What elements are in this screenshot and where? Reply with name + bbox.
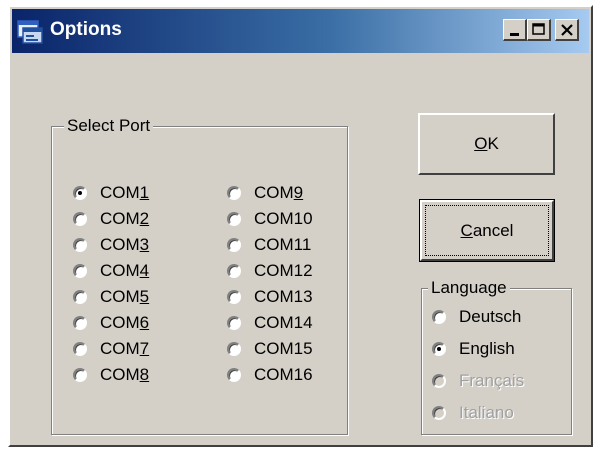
language-radio-label: English: [459, 339, 515, 358]
radio-button-icon: [227, 342, 241, 356]
radio-button-icon: [73, 186, 87, 200]
port-radio-label: COM8: [100, 365, 150, 384]
port-radio[interactable]: COM13: [227, 286, 313, 308]
language-radio: Français: [432, 370, 524, 392]
ok-button[interactable]: OK: [418, 113, 555, 175]
port-radio[interactable]: COM15: [227, 338, 313, 360]
maximize-icon: [532, 23, 545, 35]
cancel-button[interactable]: Cancel: [419, 199, 555, 262]
radio-button-icon: [73, 368, 87, 382]
radio-button-icon: [227, 290, 241, 304]
port-radio[interactable]: COM10: [227, 208, 313, 230]
radio-button-icon: [73, 212, 87, 226]
port-radio[interactable]: COM11: [227, 234, 311, 256]
language-radio-label: Français: [459, 371, 525, 390]
port-radio-label: COM10: [254, 209, 313, 228]
radio-button-icon: [73, 264, 87, 278]
port-radio[interactable]: COM4: [73, 260, 149, 282]
port-radio[interactable]: COM8: [73, 364, 149, 386]
language-group-label: Language: [428, 278, 510, 298]
options-dialog: Options Select Port COM1 COM2 COM3 COM4 COM5…: [8, 5, 593, 447]
radio-button-icon: [432, 310, 446, 324]
radio-button-icon: [227, 238, 241, 252]
port-radio-label: COM15: [254, 339, 313, 358]
radio-button-icon: [227, 368, 241, 382]
language-radio: Italiano: [432, 402, 514, 424]
port-radio-label: COM13: [254, 287, 313, 306]
port-radio[interactable]: COM3: [73, 234, 149, 256]
select-port-group-label: Select Port: [64, 116, 154, 136]
port-radio-label: COM12: [254, 261, 313, 280]
port-radio-label: COM1: [100, 183, 150, 202]
radio-button-icon: [73, 238, 87, 252]
port-radio-label: COM9: [254, 183, 304, 202]
window-title: Options: [50, 19, 122, 40]
port-radio[interactable]: COM6: [73, 312, 149, 334]
language-radio[interactable]: Deutsch: [432, 306, 521, 328]
port-radio[interactable]: COM5: [73, 286, 149, 308]
port-radio[interactable]: COM7: [73, 338, 149, 360]
ok-button-label: OK: [474, 134, 499, 153]
radio-button-icon: [432, 406, 446, 420]
port-radio-label: COM16: [254, 365, 313, 384]
port-radio-label: COM14: [254, 313, 313, 332]
port-radio-label: COM11: [254, 235, 312, 254]
port-radio-label: COM2: [100, 209, 150, 228]
port-radio[interactable]: COM16: [227, 364, 313, 386]
close-button[interactable]: [555, 19, 579, 41]
port-radio[interactable]: COM9: [227, 182, 303, 204]
select-port-group: Select Port COM1 COM2 COM3 COM4 COM5 COM6 COM7…: [51, 116, 348, 435]
port-radio[interactable]: COM1: [73, 182, 149, 204]
language-radio[interactable]: English: [432, 338, 515, 360]
language-radio-label: Italiano: [459, 403, 514, 422]
language-group: Language Deutsch English Français Italiano: [421, 278, 572, 435]
minimize-icon: [510, 33, 519, 36]
port-radio[interactable]: COM2: [73, 208, 149, 230]
close-icon: [561, 24, 573, 36]
port-radio[interactable]: COM14: [227, 312, 313, 334]
language-radio-label: Deutsch: [459, 307, 522, 326]
port-radio-label: COM7: [100, 339, 150, 358]
focus-rectangle: [425, 205, 549, 256]
title-bar[interactable]: Options: [12, 9, 589, 53]
radio-button-icon: [227, 212, 241, 226]
radio-button-icon: [73, 316, 87, 330]
maximize-button[interactable]: [527, 19, 551, 41]
port-radio-label: COM6: [100, 313, 150, 332]
minimize-button[interactable]: [503, 19, 527, 41]
port-radio-label: COM3: [100, 235, 150, 254]
radio-button-icon: [73, 290, 87, 304]
port-radio[interactable]: COM12: [227, 260, 313, 282]
radio-button-icon: [73, 342, 87, 356]
app-window-icon: [17, 20, 43, 44]
radio-button-icon: [432, 374, 446, 388]
radio-button-icon: [227, 186, 241, 200]
port-radio-label: COM4: [100, 261, 150, 280]
radio-button-icon: [227, 264, 241, 278]
radio-button-icon: [432, 342, 446, 356]
radio-button-icon: [227, 316, 241, 330]
port-radio-label: COM5: [100, 287, 150, 306]
